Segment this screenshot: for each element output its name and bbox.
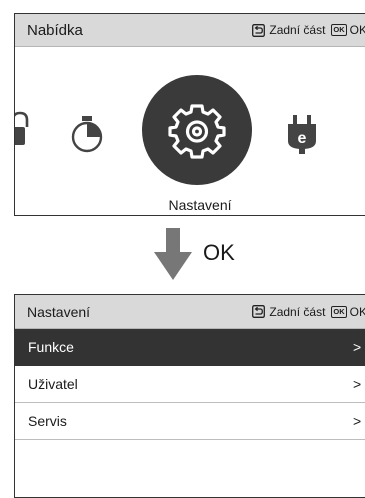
chevron-right-icon: > (353, 339, 362, 355)
down-arrow-icon (154, 228, 192, 280)
transition-label: OK (203, 240, 235, 265)
timer-icon[interactable] (70, 115, 104, 155)
menu-item-label: Uživatel (28, 376, 78, 392)
selected-item-label: Nastavení (168, 197, 232, 213)
ok-hint[interactable]: OK OK (331, 23, 365, 37)
settings-screen: Nastavení Zadní část OK OK Funkce > Uživ… (14, 294, 365, 498)
ok-hint-label: OK (349, 304, 365, 319)
chevron-right-icon: > (353, 376, 362, 392)
back-hint[interactable]: Zadní část (252, 23, 325, 37)
menu-item-label: Funkce (28, 339, 74, 355)
back-icon (252, 305, 266, 318)
main-menu-header: Nabídka Zadní část OK OK (15, 14, 365, 47)
menu-item-funkce[interactable]: Funkce > (15, 329, 365, 366)
menu-item-uzivatel[interactable]: Uživatel > (15, 366, 365, 403)
ok-hint[interactable]: OK OK (331, 305, 365, 319)
back-hint-label: Zadní část (269, 23, 326, 37)
ok-key-icon: OK (331, 305, 347, 318)
svg-text:e: e (298, 130, 307, 147)
ok-key-icon: OK (331, 24, 347, 36)
menu-item-servis[interactable]: Servis > (15, 403, 365, 440)
back-icon (252, 23, 266, 37)
settings-title: Nastavení (27, 303, 91, 320)
back-hint[interactable]: Zadní část (252, 305, 325, 319)
ok-hint-label: OK (349, 23, 365, 37)
chevron-right-icon: > (353, 413, 362, 429)
gear-icon (168, 104, 226, 159)
main-menu-screen: Nabídka Zadní část OK OK (14, 13, 365, 216)
menu-item-label: Servis (28, 413, 67, 429)
lock-icon[interactable] (14, 109, 29, 149)
main-menu-title: Nabídka (27, 21, 83, 39)
menu-carousel: Nastavení e (15, 47, 365, 215)
energy-plug-icon[interactable]: e (285, 115, 319, 157)
item-partial-icon[interactable] (359, 111, 365, 153)
settings-header: Nastavení Zadní část OK OK (15, 295, 365, 329)
back-hint-label: Zadní část (269, 304, 326, 319)
